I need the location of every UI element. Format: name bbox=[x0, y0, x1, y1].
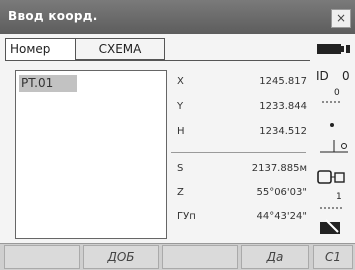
close-button[interactable]: × bbox=[331, 9, 351, 28]
svg-text:0: 0 bbox=[334, 88, 340, 98]
zenith-label: Z bbox=[177, 187, 184, 198]
softkey-yes[interactable]: Да bbox=[241, 245, 309, 269]
coord-h-value: 1234.512 bbox=[259, 126, 307, 137]
distance-value: 2137.885м bbox=[251, 163, 307, 174]
svg-text:0: 0 bbox=[342, 69, 350, 83]
window-title: Ввод коорд. bbox=[8, 9, 98, 23]
coord-h-label: H bbox=[177, 126, 185, 137]
tab-divider bbox=[5, 60, 310, 61]
status-panel: ID 0 0 1 bbox=[314, 38, 355, 243]
horizontal-angle-label: ГУп bbox=[177, 211, 196, 222]
section-divider bbox=[171, 152, 306, 153]
softkey-page[interactable]: C1 bbox=[313, 245, 353, 269]
distance-label: S bbox=[177, 163, 184, 174]
target-icon: 0 bbox=[322, 88, 340, 103]
softkey-f3[interactable] bbox=[162, 245, 238, 269]
softkey-add[interactable]: ДОБ bbox=[83, 245, 159, 269]
dot-icon bbox=[330, 123, 334, 127]
svg-text:1: 1 bbox=[336, 192, 342, 202]
tab-scheme[interactable]: СХЕМА bbox=[75, 38, 165, 60]
tab-number[interactable]: Номер bbox=[5, 38, 79, 61]
coord-x-value: 1245.817 bbox=[259, 76, 307, 87]
laser-icon bbox=[317, 170, 345, 184]
close-icon: × bbox=[335, 11, 347, 25]
compensator-icon bbox=[320, 140, 348, 153]
list-item[interactable]: PT.01 bbox=[19, 75, 77, 92]
coord-y-label: Y bbox=[177, 101, 184, 112]
softkey-bar: ДОБ Да C1 bbox=[0, 243, 355, 270]
title-bar: Ввод коорд. × bbox=[0, 0, 355, 34]
coord-x-label: X bbox=[177, 76, 184, 87]
coord-y-value: 1233.844 bbox=[259, 101, 307, 112]
point-list[interactable]: PT.01 bbox=[15, 70, 167, 239]
keyboard-icon bbox=[320, 219, 340, 234]
horizontal-angle-value: 44°43'24" bbox=[256, 211, 307, 222]
svg-text:ID: ID bbox=[316, 69, 329, 83]
battery-icon bbox=[317, 44, 350, 54]
window: Ввод коорд. × Номер СХЕМА PT.01 X 1245.8… bbox=[0, 0, 355, 270]
softkey-f1[interactable] bbox=[4, 245, 80, 269]
prism-constant-icon: ID 0 bbox=[316, 69, 350, 83]
signal-icon: 1 bbox=[320, 192, 342, 209]
zenith-value: 55°06'03" bbox=[256, 187, 307, 198]
